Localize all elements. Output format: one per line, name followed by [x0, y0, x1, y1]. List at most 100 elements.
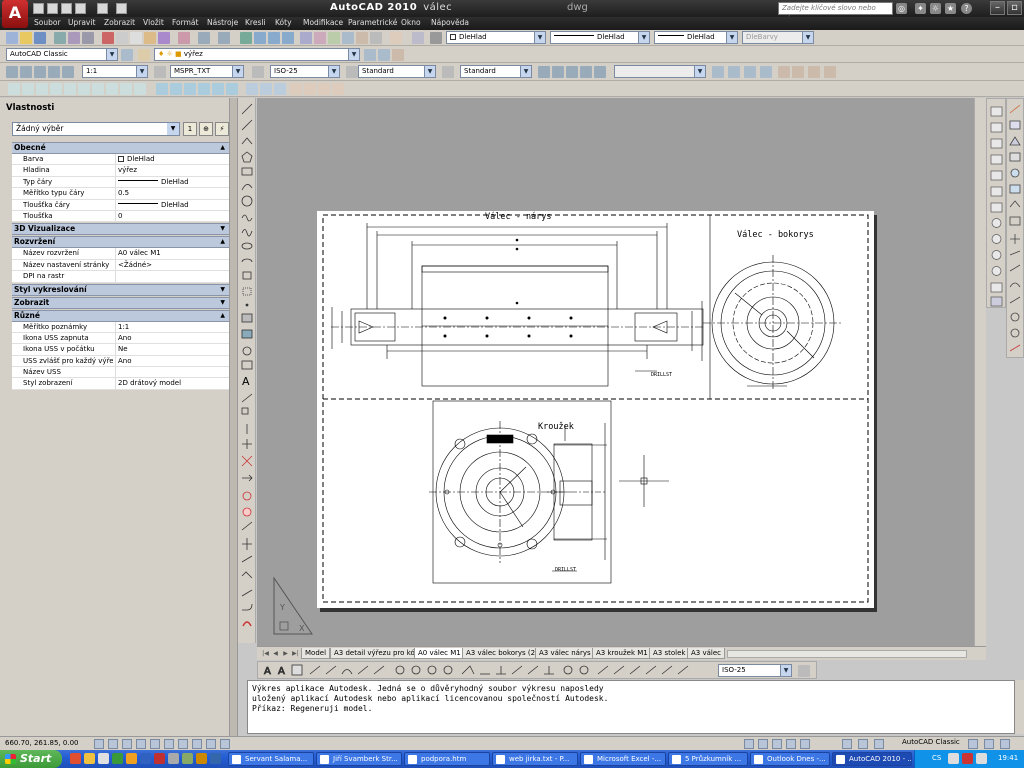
align-right-icon[interactable] [744, 66, 756, 78]
plot-icon[interactable] [116, 3, 127, 14]
markup-icon[interactable] [356, 32, 368, 44]
command-scrollbar[interactable] [1015, 680, 1024, 734]
toolbar-icon-10[interactable] [134, 83, 146, 95]
menu-tools[interactable]: Nástroje [207, 18, 238, 27]
expand-icon[interactable]: ▼ [220, 285, 225, 295]
help-icon[interactable]: ? [961, 3, 972, 14]
collapse-icon[interactable]: ▲ [220, 237, 225, 247]
toolbar-icon-7[interactable] [92, 83, 104, 95]
clip-viewport-icon[interactable] [62, 66, 74, 78]
expand-icon[interactable]: ▼ [220, 298, 225, 308]
properties-icon[interactable] [300, 32, 312, 44]
select-objects-icon[interactable]: ⊕ [199, 122, 213, 136]
collect-leaders-icon[interactable] [824, 66, 836, 78]
polygonal-viewport-icon[interactable] [34, 66, 46, 78]
layer-properties-icon[interactable] [138, 49, 150, 61]
undo-icon[interactable] [75, 3, 86, 14]
view-front-icon[interactable] [156, 83, 168, 95]
orbit-continuous-icon[interactable] [274, 83, 286, 95]
taskbar-button[interactable]: Outlook Dnes -... [750, 752, 830, 766]
property-row[interactable]: Hladina výřez [12, 165, 229, 177]
property-row[interactable]: Měřítko poznámky 1:1 [12, 321, 229, 333]
property-row[interactable]: USS zvlášť pro každý výřez Ano [12, 355, 229, 368]
tray-network-icon[interactable] [948, 753, 959, 764]
osnap-toggle[interactable] [150, 739, 160, 749]
polar-toggle[interactable] [136, 739, 146, 749]
property-row[interactable]: DPI na rastr [12, 271, 229, 283]
view-combo[interactable]: ▼ [614, 65, 706, 78]
align-justify-icon[interactable] [760, 66, 772, 78]
help-search-input[interactable]: Zadejte klíčové slovo nebo výraz. [778, 2, 893, 23]
single-viewport-icon[interactable] [20, 66, 32, 78]
quicklaunch-folder-icon[interactable] [84, 753, 95, 764]
multileader-style-icon[interactable] [442, 66, 454, 78]
otrack-toggle[interactable] [164, 739, 174, 749]
paste-icon[interactable] [144, 32, 156, 44]
property-row[interactable]: Název USS [12, 367, 229, 379]
property-value[interactable]: 2D drátový model [115, 378, 228, 390]
property-value[interactable]: 0.5 [115, 188, 228, 200]
drawing-area[interactable]: Válec - nárys Válec - bokorys Kroužek DR… [257, 98, 974, 646]
toolbar-lock-icon[interactable] [968, 739, 978, 749]
layer-manager-icon[interactable] [412, 32, 424, 44]
status-tray-settings-icon[interactable] [984, 739, 994, 749]
autocad-logo-icon[interactable]: A [2, 0, 28, 28]
subscription-center-icon[interactable]: ✦ [915, 3, 926, 14]
toolbar-icon-4[interactable] [50, 83, 62, 95]
property-row[interactable]: Ikona USS v počátku Ne [12, 344, 229, 356]
property-row[interactable]: Měřítko typu čáry 0.5 [12, 188, 229, 200]
property-row[interactable]: Název nastavení stránky <Žádné> [12, 259, 229, 272]
tool-palettes-icon[interactable] [328, 32, 340, 44]
property-row[interactable]: Barva DleHlad [12, 154, 229, 166]
quicklaunch-app2-icon[interactable] [168, 753, 179, 764]
align-left-icon[interactable] [712, 66, 724, 78]
orbit-icon[interactable] [580, 66, 592, 78]
redo-icon[interactable] [97, 3, 108, 14]
view-back-icon[interactable] [212, 83, 224, 95]
match-properties-icon[interactable] [158, 32, 170, 44]
property-value[interactable]: výřez [115, 165, 228, 177]
table-style-icon[interactable] [346, 66, 358, 78]
property-row[interactable]: Styl zobrazení 2D drátový model [12, 378, 229, 390]
snap-mode-toggle[interactable] [94, 739, 104, 749]
redo-icon[interactable] [218, 32, 230, 44]
ducs-toggle[interactable] [178, 739, 188, 749]
property-row[interactable]: Název rozvržení A0 válec M1 [12, 248, 229, 260]
taskbar-button[interactable]: Servant Salama... [228, 752, 314, 766]
quicklaunch-desktop-icon[interactable] [98, 753, 109, 764]
save-icon[interactable] [34, 32, 46, 44]
vertical-scrollbar[interactable] [974, 98, 986, 646]
add-leader-icon[interactable] [792, 66, 804, 78]
property-section-header[interactable]: 3D Vizualizace ▼ [12, 223, 229, 236]
dimension-style-combo[interactable]: ISO-25 ▼ [270, 65, 340, 78]
dyn-toggle[interactable] [192, 739, 202, 749]
communication-center-icon[interactable]: ☼ [930, 3, 941, 14]
palette-side-strip[interactable] [229, 98, 237, 738]
table-style-combo[interactable]: Standard ▼ [358, 65, 436, 78]
quicklaunch-app5-icon[interactable] [210, 753, 221, 764]
taskbar-button[interactable]: web jirka.txt - P... [492, 752, 578, 766]
binoculars-icon[interactable]: ◎ [896, 3, 907, 14]
property-value[interactable]: 1:1 [115, 321, 228, 333]
property-section-header[interactable]: Zobrazit ▼ [12, 296, 229, 309]
sheet-set-icon[interactable] [342, 32, 354, 44]
publish-icon[interactable] [82, 32, 94, 44]
walk-icon[interactable] [594, 66, 606, 78]
property-value[interactable]: Ne [115, 344, 228, 356]
open-file-icon[interactable] [47, 3, 58, 14]
layout-view-icon[interactable] [744, 739, 754, 749]
toolbar-icon-5[interactable] [64, 83, 76, 95]
help-book-icon[interactable] [390, 32, 402, 44]
toolbar-icon-8[interactable] [106, 83, 118, 95]
menu-dimension[interactable]: Kóty [275, 18, 292, 27]
zoom-status-icon[interactable] [772, 739, 782, 749]
quick-select-icon[interactable]: ⚡ [215, 122, 229, 136]
tray-volume-icon[interactable] [976, 753, 987, 764]
multileader-style-combo[interactable]: Standard ▼ [460, 65, 532, 78]
property-row[interactable]: Typ čáry DleHlad [12, 176, 229, 189]
property-section-header[interactable]: Styl vykreslování ▼ [12, 283, 229, 296]
start-button[interactable]: Start [0, 750, 62, 768]
taskbar-button[interactable]: 5 Průzkumník ... [668, 752, 748, 766]
3d-dwf-icon[interactable] [102, 32, 114, 44]
viewports-icon[interactable] [6, 66, 18, 78]
